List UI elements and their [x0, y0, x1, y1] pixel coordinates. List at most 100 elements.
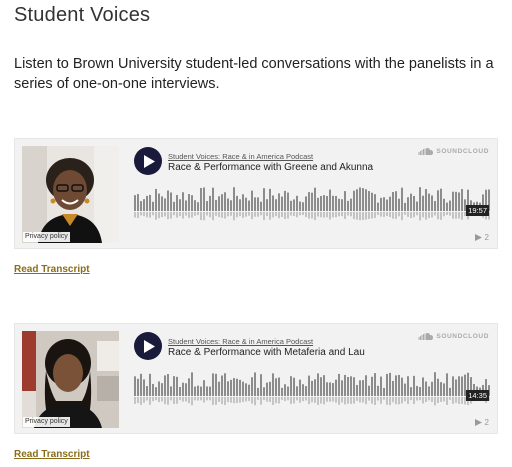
- uploader-link[interactable]: Student Voices: Race & in America Podcas…: [168, 337, 313, 346]
- waveform-reflection: [212, 397, 214, 405]
- portrait-woman-glasses-icon: [22, 146, 119, 243]
- waveform-reflection: [278, 397, 280, 404]
- waveform-reflection: [254, 397, 256, 406]
- privacy-policy-link[interactable]: Privacy policy: [23, 417, 70, 427]
- waveform-bar: [230, 379, 232, 396]
- waveform-bar: [320, 377, 322, 396]
- waveform-bar: [437, 378, 439, 396]
- waveform-bar: [407, 376, 409, 396]
- waveform-bar: [404, 383, 406, 396]
- waveform-bar: [254, 372, 256, 396]
- waveform-reflection: [377, 212, 379, 215]
- waveform-bar: [218, 381, 220, 396]
- waveform-bar: [410, 387, 412, 396]
- play-button[interactable]: [134, 332, 162, 360]
- waveform-bar: [278, 193, 280, 211]
- waveform-bar: [143, 379, 145, 396]
- waveform-reflection: [407, 397, 409, 404]
- waveform-bar: [401, 377, 403, 396]
- privacy-policy-link[interactable]: Privacy policy: [23, 232, 70, 242]
- waveform-bar: [194, 386, 196, 396]
- waveform-reflection: [392, 212, 394, 219]
- waveform-bar: [347, 377, 349, 396]
- waveform-reflection: [407, 212, 409, 217]
- waveform-bar: [329, 189, 331, 211]
- waveform-bar: [275, 378, 277, 396]
- soundcloud-player[interactable]: Privacy policy Student Voices: Race & in…: [14, 323, 498, 434]
- waveform-reflection: [365, 397, 367, 405]
- waveform-reflection: [338, 212, 340, 217]
- waveform-bar: [215, 373, 217, 396]
- waveform-reflection: [233, 397, 235, 404]
- track-duration: 14:35: [466, 390, 489, 401]
- waveform-bar: [197, 202, 199, 211]
- play-button[interactable]: [134, 147, 162, 175]
- waveform-bar: [320, 195, 322, 211]
- track-artwork[interactable]: Privacy policy: [22, 331, 119, 428]
- waveform[interactable]: [134, 370, 492, 408]
- waveform-bar: [200, 187, 202, 211]
- waveform-bar: [371, 376, 373, 396]
- uploader-link[interactable]: Student Voices: Race & in America Podcas…: [168, 152, 313, 161]
- waveform-reflection: [164, 397, 166, 405]
- soundcloud-logo[interactable]: SOUNDCLOUD: [417, 332, 489, 340]
- waveform[interactable]: [134, 185, 492, 223]
- waveform-reflection: [326, 212, 328, 218]
- waveform-bar: [269, 381, 271, 396]
- waveform-reflection: [344, 212, 346, 219]
- waveform-reflection: [248, 397, 250, 401]
- waveform-bar: [434, 200, 436, 211]
- waveform-bar: [212, 373, 214, 396]
- intro-text: Listen to Brown University student-led c…: [14, 56, 494, 92]
- waveform-reflection: [452, 397, 454, 404]
- waveform-bar: [434, 372, 436, 396]
- waveform-bar: [431, 195, 433, 211]
- waveform-reflection: [158, 212, 160, 219]
- waveform-bar: [443, 198, 445, 211]
- waveform-bar: [182, 382, 184, 396]
- waveform-reflection: [203, 397, 205, 403]
- waveform-bar: [395, 191, 397, 211]
- read-transcript-link[interactable]: Read Transcript: [14, 449, 90, 460]
- waveform-reflection: [173, 212, 175, 216]
- waveform-reflection: [275, 212, 277, 217]
- waveform-bar: [158, 193, 160, 211]
- waveform-reflection: [350, 212, 352, 217]
- waveform-reflection: [173, 397, 175, 404]
- waveform-bar: [245, 383, 247, 396]
- waveform-bar: [245, 197, 247, 211]
- waveform-bar: [239, 379, 241, 396]
- waveform-reflection: [362, 397, 364, 403]
- waveform-bar: [203, 380, 205, 396]
- track-title[interactable]: Race & Performance with Metaferia and La…: [168, 347, 365, 358]
- soundcloud-player[interactable]: Privacy policy Student Voices: Race & in…: [14, 138, 498, 249]
- waveform-bar: [383, 197, 385, 211]
- track-title[interactable]: Race & Performance with Greene and Akunn…: [168, 162, 373, 173]
- waveform-bar: [290, 376, 292, 396]
- waveform-bar: [191, 195, 193, 211]
- waveform-reflection: [437, 212, 439, 220]
- waveform-bar: [437, 190, 439, 211]
- waveform-reflection: [209, 212, 211, 218]
- waveform-bar: [440, 188, 442, 211]
- waveform-reflection: [212, 212, 214, 221]
- waveform-reflection: [146, 212, 148, 218]
- waveform-bar: [461, 189, 463, 211]
- soundcloud-logo[interactable]: SOUNDCLOUD: [417, 147, 489, 155]
- waveform-bar: [164, 198, 166, 211]
- waveform-reflection: [425, 397, 427, 403]
- play-icon: [144, 154, 155, 168]
- track-artwork[interactable]: Privacy policy: [22, 146, 119, 243]
- waveform-reflection: [296, 212, 298, 218]
- waveform-bar: [227, 381, 229, 396]
- waveform-bar: [266, 382, 268, 396]
- waveform-reflection: [218, 397, 220, 403]
- waveform-bar: [242, 381, 244, 396]
- waveform-bar: [134, 376, 136, 396]
- waveform-bar: [254, 197, 256, 211]
- waveform-reflection: [170, 397, 172, 401]
- read-transcript-link[interactable]: Read Transcript: [14, 264, 90, 275]
- waveform-reflection: [206, 397, 208, 401]
- waveform-bar: [248, 384, 250, 396]
- waveform-bar: [413, 375, 415, 396]
